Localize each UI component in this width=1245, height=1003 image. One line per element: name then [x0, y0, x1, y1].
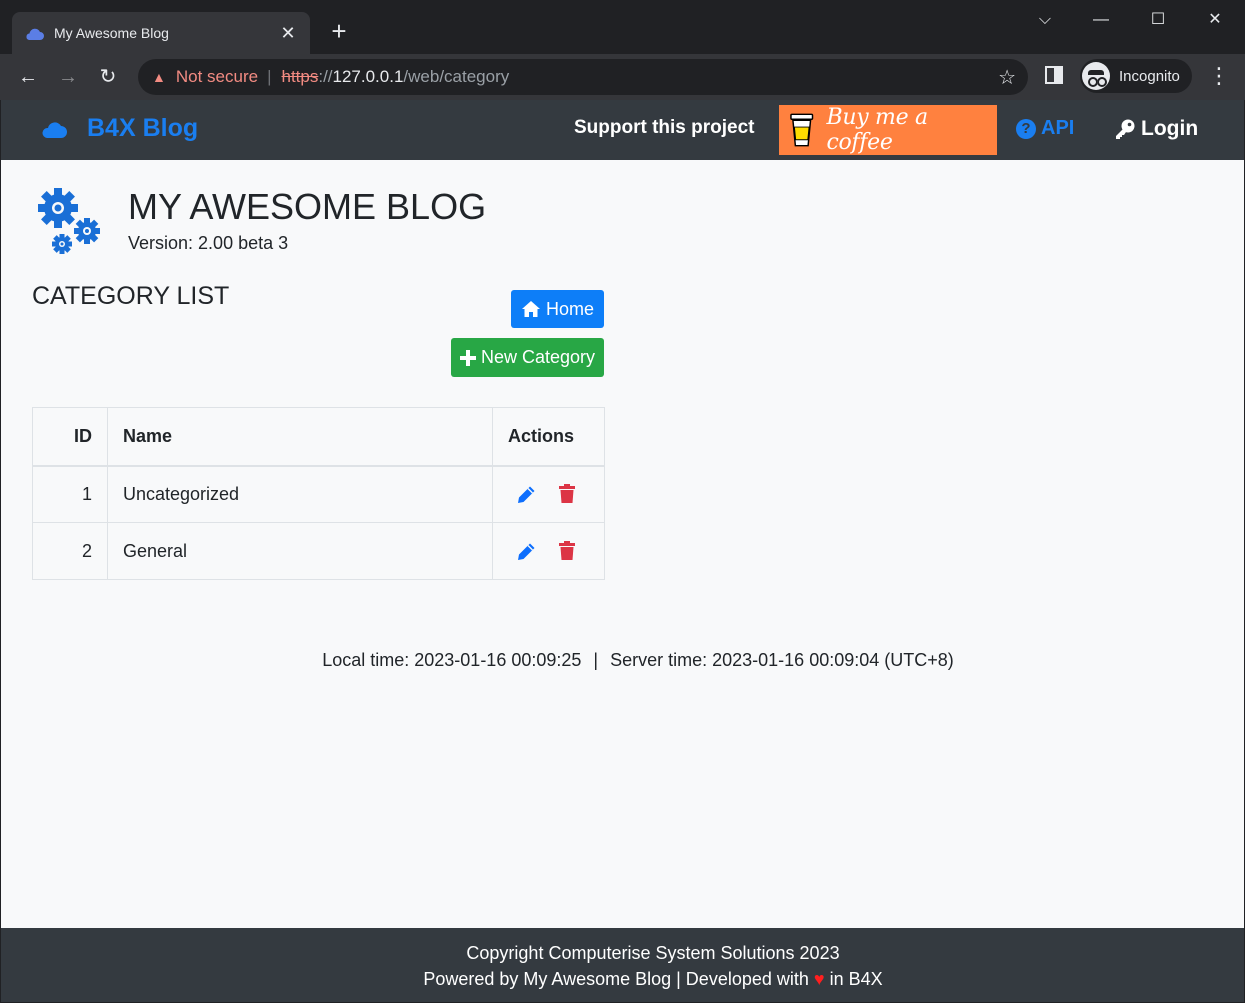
url-scheme: https [281, 67, 319, 86]
minimize-icon[interactable]: — [1086, 8, 1116, 32]
brand-name: B4X Blog [87, 114, 199, 142]
bookmark-star-icon[interactable]: ☆ [998, 65, 1016, 90]
coffee-label: Buy me a coffee [826, 105, 928, 155]
address-bar[interactable]: ▲ Not secure | https://127.0.0.1/web/cat… [138, 59, 1028, 95]
url-host: 127.0.0.1 [332, 67, 404, 86]
home-icon [521, 301, 540, 317]
login-link[interactable]: Login [1114, 117, 1198, 141]
cell-name: Uncategorized [107, 465, 493, 523]
security-status[interactable]: Not secure [176, 67, 258, 87]
login-label: Login [1141, 117, 1199, 140]
reload-icon[interactable]: ↻ [93, 62, 123, 92]
heart-icon: ♥ [813, 969, 825, 989]
cloud-icon [26, 28, 44, 40]
incognito-icon [1082, 62, 1110, 90]
table-row: 2 General [32, 522, 605, 580]
table-row: 1 Uncategorized [32, 465, 605, 523]
plus-icon [459, 349, 476, 366]
home-button[interactable]: Home [511, 290, 604, 328]
back-icon[interactable]: ← [13, 62, 43, 92]
column-header-actions: Actions [492, 407, 605, 467]
coffee-cup-icon [790, 113, 814, 147]
api-link[interactable]: ? API [1016, 117, 1074, 140]
url-separator: :// [318, 67, 333, 86]
api-label: API [1041, 117, 1075, 139]
local-time: Local time: 2023-01-16 00:09:25 [322, 650, 582, 670]
url-path: /web/category [403, 67, 510, 86]
new-tab-icon[interactable]: + [326, 16, 352, 46]
warning-icon: ▲ [152, 69, 166, 85]
incognito-label: Incognito [1119, 67, 1180, 85]
table-header-row: ID Name Actions [32, 407, 605, 467]
powered-by-text: Powered by My Awesome Blog | Developed w… [423, 969, 809, 989]
cloud-icon [42, 121, 67, 138]
tab-title: My Awesome Blog [54, 25, 169, 41]
site-footer: Copyright Computerise System Solutions 2… [1, 928, 1244, 1002]
category-table: ID Name Actions 1 Uncategorized 2 Genera… [32, 407, 605, 580]
support-label: Support this project [574, 117, 755, 138]
delete-trash-icon[interactable] [558, 484, 576, 504]
footer-powered-by: Powered by My Awesome Blog | Developed w… [1, 969, 1245, 990]
new-category-label: New Category [480, 347, 596, 367]
site-navbar: B4X Blog Support this project Buy me a c… [1, 100, 1244, 160]
time-separator: | [593, 650, 599, 670]
question-circle-icon: ? [1016, 118, 1036, 139]
time-status: Local time: 2023-01-16 00:09:25 | Server t… [1, 650, 1245, 671]
footer-copyright: Copyright Computerise System Solutions 2… [466, 943, 840, 963]
cell-name: General [107, 522, 493, 580]
home-label: Home [545, 298, 594, 319]
gears-icon [38, 188, 100, 254]
browser-tab-strip: My Awesome Blog ✕ + ⌵ — ☐ ✕ [0, 0, 1245, 54]
cell-actions [492, 522, 605, 580]
browser-tab[interactable]: My Awesome Blog ✕ [12, 12, 310, 54]
brand-link[interactable]: B4X Blog [41, 114, 198, 143]
column-header-id: ID [32, 407, 108, 467]
omnibox-divider: | [267, 67, 272, 86]
close-window-icon[interactable]: ✕ [1200, 8, 1230, 32]
cell-id: 1 [32, 465, 108, 523]
edit-pencil-icon[interactable] [517, 542, 536, 561]
column-header-name: Name [107, 407, 493, 467]
new-category-button[interactable]: New Category [451, 338, 604, 377]
tab-search-icon[interactable]: ⌵ [1030, 8, 1060, 32]
page-title: CATEGORY LIST [32, 282, 230, 310]
close-tab-icon[interactable]: ✕ [278, 23, 298, 44]
forward-icon[interactable]: → [53, 62, 83, 92]
buy-me-a-coffee-button[interactable]: Buy me a coffee [779, 105, 997, 155]
site-title: MY AWESOME BLOG [128, 186, 487, 227]
browser-menu-icon[interactable]: ⋮ [1208, 64, 1230, 88]
version-label: Version: 2.00 beta 3 [128, 233, 289, 253]
maximize-icon[interactable]: ☐ [1143, 8, 1173, 32]
key-icon [1116, 119, 1135, 139]
cell-actions [492, 465, 605, 523]
incognito-indicator[interactable]: Incognito [1080, 59, 1192, 93]
delete-trash-icon[interactable] [558, 541, 576, 561]
powered-by-suffix: in B4X [829, 969, 883, 989]
page-content: MY AWESOME BLOG Version: 2.00 beta 3 CAT… [1, 160, 1244, 928]
edit-pencil-icon[interactable] [517, 485, 536, 504]
side-panel-icon[interactable] [1045, 66, 1063, 84]
cell-id: 2 [32, 522, 108, 580]
server-time: Server time: 2023-01-16 00:09:04 (UTC+8) [610, 650, 954, 670]
